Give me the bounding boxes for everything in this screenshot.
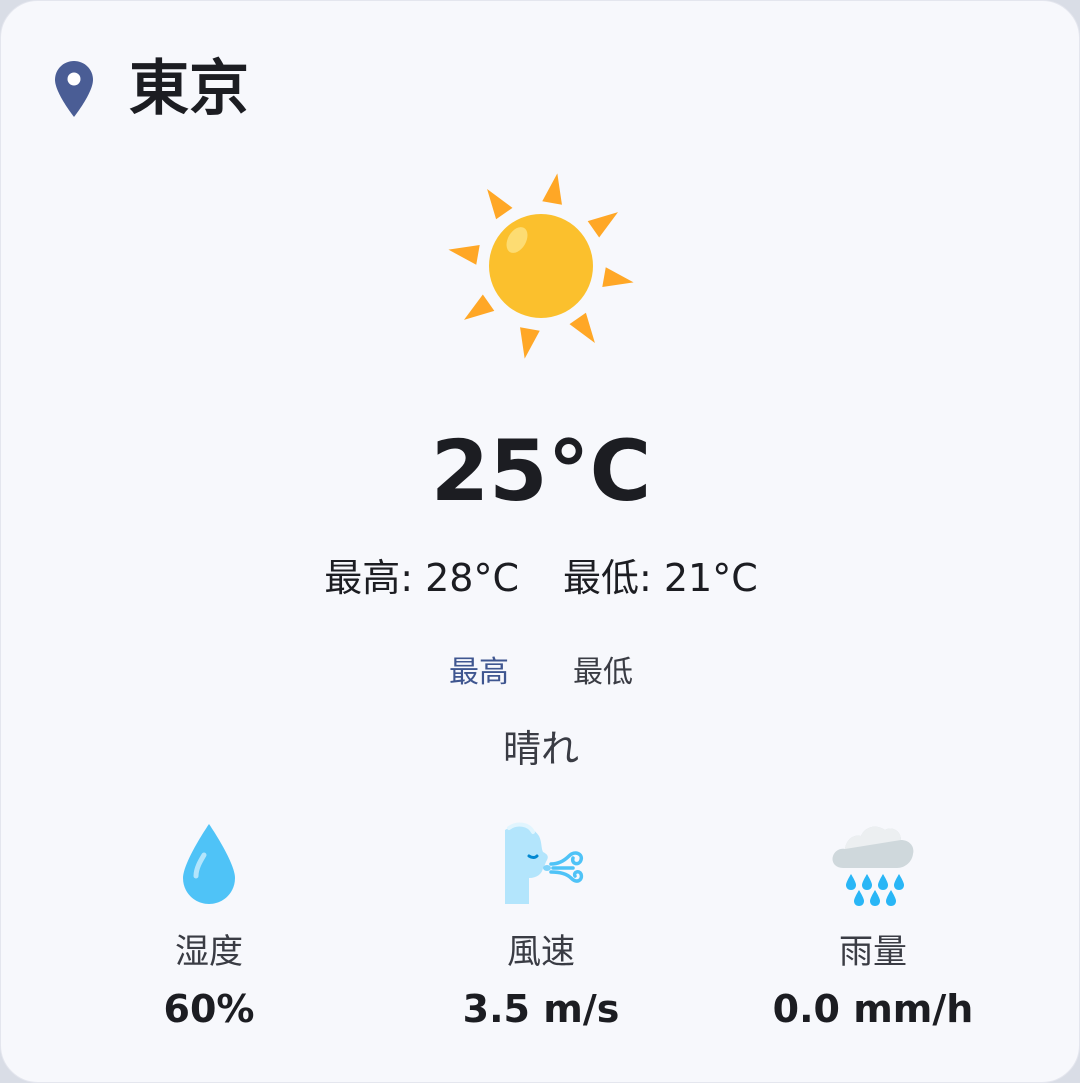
stat-label: 風速 xyxy=(507,932,575,972)
stat-value: 3.5 m/s xyxy=(462,987,620,1031)
tab-low[interactable]: 最低 xyxy=(573,651,633,695)
stat-rainfall: 雨量 0.0 mm/h xyxy=(723,816,1023,1034)
rain-cloud-icon xyxy=(832,826,914,906)
location-header: 東京 xyxy=(53,53,249,125)
wind-face-icon xyxy=(505,822,584,904)
high-low-toggle: 最高 最低 xyxy=(1,651,1080,695)
weather-stats: 湿度 60% 風速 3.5 m/s 雨量 0.0 mm/h xyxy=(1,816,1080,1046)
stat-value: 0.0 mm/h xyxy=(772,987,974,1031)
stat-humidity: 湿度 60% xyxy=(59,816,359,1034)
stat-label: 雨量 xyxy=(839,932,907,972)
weather-condition: 晴れ xyxy=(502,727,579,771)
water-drop-icon xyxy=(183,824,235,904)
city-name: 東京 xyxy=(129,54,249,124)
high-temperature: 最高: 28°C xyxy=(324,556,519,600)
stat-label: 湿度 xyxy=(175,932,243,972)
sun-icon xyxy=(448,173,634,359)
location-pin-icon xyxy=(55,61,93,117)
tab-high[interactable]: 最高 xyxy=(449,651,509,695)
weather-card: 東京 25°C 最高: 28°C 最低: 21°C 最高 最低 晴れ 湿度 60… xyxy=(0,0,1080,1083)
temperature-range: 最高: 28°C 最低: 21°C xyxy=(1,553,1080,603)
low-temperature: 最低: 21°C xyxy=(563,556,758,600)
current-temperature: 25°C xyxy=(430,422,652,520)
stat-value: 60% xyxy=(163,987,255,1031)
stat-wind: 風速 3.5 m/s xyxy=(391,816,691,1034)
